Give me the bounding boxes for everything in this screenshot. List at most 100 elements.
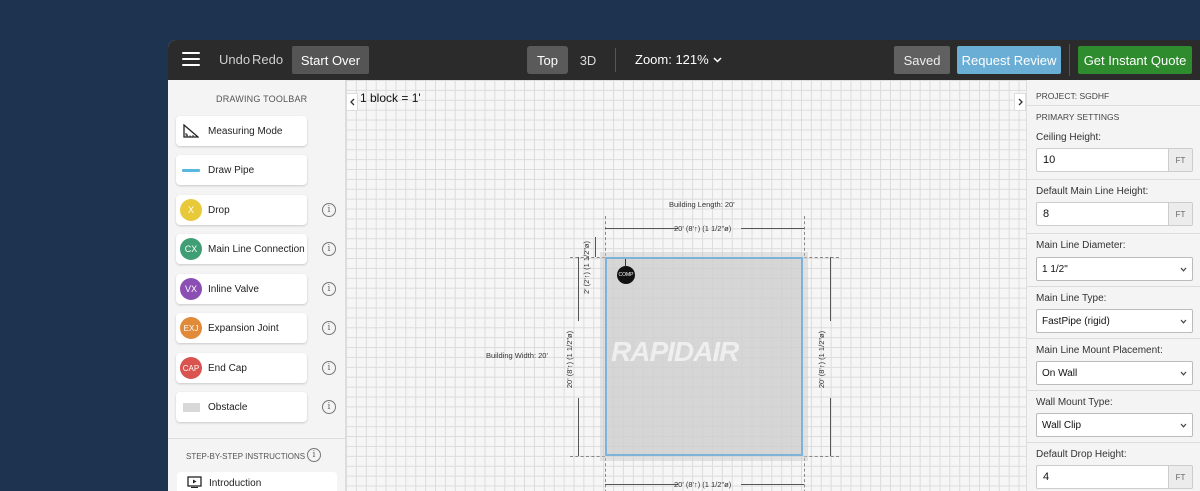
dim-line bbox=[830, 398, 831, 456]
saved-button[interactable]: Saved bbox=[894, 46, 950, 74]
divider bbox=[1027, 442, 1200, 443]
scale-label: 1 block = 1' bbox=[360, 91, 421, 105]
zoom-dropdown[interactable]: Zoom: 121% bbox=[635, 52, 722, 67]
request-review-button[interactable]: Request Review bbox=[957, 46, 1061, 74]
info-icon[interactable]: i bbox=[322, 361, 336, 375]
ceiling-height-value: 10 bbox=[1043, 154, 1056, 166]
view-top-button[interactable]: Top bbox=[527, 46, 568, 74]
wall-mount-type-select[interactable]: Wall Clip bbox=[1036, 413, 1193, 437]
chevron-right-icon bbox=[1018, 98, 1023, 106]
info-icon[interactable]: i bbox=[322, 321, 336, 335]
chevron-down-icon bbox=[1180, 319, 1187, 324]
dim-extension bbox=[804, 458, 805, 491]
divider bbox=[168, 438, 346, 439]
tool-label: Measuring Mode bbox=[208, 125, 283, 137]
redo-button[interactable]: Redo bbox=[252, 52, 283, 67]
main-line-type-value: FastPipe (rigid) bbox=[1042, 315, 1110, 327]
dim-extension bbox=[605, 216, 606, 256]
right-pipe-dimension: 20' (8'↑) (1 1/2"ø) bbox=[817, 330, 827, 389]
tool-draw-pipe[interactable]: Draw Pipe bbox=[176, 155, 307, 185]
tool-end-cap[interactable]: CAP End Cap bbox=[176, 353, 307, 383]
steps-title: STEP-BY-STEP INSTRUCTIONS bbox=[186, 452, 306, 461]
main-line-height-label: Default Main Line Height: bbox=[1036, 186, 1149, 197]
dim-line bbox=[741, 228, 804, 229]
start-over-button[interactable]: Start Over bbox=[292, 46, 369, 74]
instant-quote-button[interactable]: Get Instant Quote bbox=[1078, 46, 1192, 74]
info-icon[interactable]: i bbox=[322, 282, 336, 296]
tool-expansion-joint[interactable]: EXJ Expansion Joint bbox=[176, 313, 307, 343]
tool-drop[interactable]: X Drop bbox=[176, 195, 307, 225]
unit-label: FT bbox=[1168, 149, 1192, 171]
unit-label: FT bbox=[1168, 203, 1192, 225]
dim-line bbox=[830, 257, 831, 321]
collapse-right-button[interactable] bbox=[1014, 93, 1026, 111]
tool-label: Draw Pipe bbox=[208, 164, 255, 176]
toolbar-title: DRAWING TOOLBAR bbox=[216, 94, 308, 104]
mount-placement-value: On Wall bbox=[1042, 367, 1078, 379]
ruler-icon bbox=[180, 120, 202, 142]
ceiling-height-field[interactable]: 10 FT bbox=[1036, 148, 1193, 172]
watermark-logo: RAPIDAIR bbox=[611, 336, 739, 367]
divider bbox=[1027, 390, 1200, 391]
main-line-type-label: Main Line Type: bbox=[1036, 293, 1107, 304]
menu-icon[interactable] bbox=[182, 52, 200, 68]
chevron-left-icon bbox=[349, 98, 354, 106]
tool-label: End Cap bbox=[208, 362, 247, 374]
drop-height-field[interactable]: 4 FT bbox=[1036, 465, 1193, 489]
mount-placement-label: Main Line Mount Placement: bbox=[1036, 345, 1163, 356]
video-icon bbox=[187, 475, 202, 491]
info-icon[interactable]: i bbox=[322, 400, 336, 414]
step-label: Introduction bbox=[209, 477, 262, 489]
dim-line bbox=[605, 484, 678, 485]
dim-extension bbox=[804, 456, 839, 457]
tool-label: Main Line Connection bbox=[208, 243, 305, 255]
obstacle-icon bbox=[180, 396, 202, 418]
dim-line bbox=[578, 257, 579, 321]
unit-label: FT bbox=[1168, 466, 1192, 488]
main-line-type-select[interactable]: FastPipe (rigid) bbox=[1036, 309, 1193, 333]
top-pipe-dimension: 20' (8'↑) (1 1/2"ø) bbox=[674, 224, 732, 233]
dim-extension bbox=[804, 257, 839, 258]
dim-line bbox=[595, 237, 596, 257]
drawing-toolbar: DRAWING TOOLBAR Measuring Mode Draw Pipe… bbox=[168, 80, 346, 491]
chevron-down-icon bbox=[713, 56, 722, 63]
tool-inline-valve[interactable]: VX Inline Valve bbox=[176, 274, 307, 304]
view-3d-button[interactable]: 3D bbox=[573, 46, 603, 74]
main-line-diameter-value: 1 1/2" bbox=[1042, 263, 1068, 275]
chevron-down-icon bbox=[1180, 371, 1187, 376]
collapse-left-button[interactable] bbox=[346, 93, 358, 111]
wall-mount-type-label: Wall Mount Type: bbox=[1036, 397, 1113, 408]
dim-line bbox=[578, 398, 579, 456]
tool-obstacle[interactable]: Obstacle bbox=[176, 392, 307, 422]
divider bbox=[1027, 179, 1200, 180]
drop-height-value: 4 bbox=[1043, 471, 1050, 483]
info-icon[interactable]: i bbox=[322, 242, 336, 256]
bottom-pipe-dimension: 20' (8'↑) (1 1/2"ø) bbox=[674, 480, 732, 489]
building-width-label: Building Width: 20' bbox=[486, 351, 548, 360]
step-introduction[interactable]: Introduction bbox=[177, 472, 337, 491]
tool-main-line-connection[interactable]: CX Main Line Connection bbox=[176, 234, 307, 264]
drawing-canvas[interactable]: 1 block = 1' Building Length: 20' Buildi… bbox=[346, 80, 1026, 491]
project-name: PROJECT: SGDHF bbox=[1036, 91, 1110, 101]
main-line-diameter-select[interactable]: 1 1/2" bbox=[1036, 257, 1193, 281]
divider bbox=[1027, 233, 1200, 234]
expansion-badge-icon: EXJ bbox=[180, 317, 202, 339]
divider bbox=[1027, 338, 1200, 339]
divider bbox=[615, 48, 616, 72]
divider bbox=[1027, 105, 1200, 106]
connection-badge-icon: CX bbox=[180, 238, 202, 260]
compressor-marker[interactable]: COMP bbox=[617, 266, 635, 284]
info-icon[interactable]: i bbox=[307, 448, 321, 462]
dim-extension bbox=[605, 458, 606, 491]
pipe-line-icon bbox=[180, 159, 202, 181]
info-icon[interactable]: i bbox=[322, 203, 336, 217]
dim-extension bbox=[804, 216, 805, 256]
main-line-height-field[interactable]: 8 FT bbox=[1036, 202, 1193, 226]
primary-settings-title: PRIMARY SETTINGS bbox=[1036, 112, 1120, 122]
mount-placement-select[interactable]: On Wall bbox=[1036, 361, 1193, 385]
divider bbox=[1027, 286, 1200, 287]
undo-button[interactable]: Undo bbox=[219, 52, 250, 67]
top-bar: Undo Redo Start Over Top 3D Zoom: 121% S… bbox=[168, 40, 1200, 80]
divider bbox=[1069, 44, 1070, 76]
tool-measuring-mode[interactable]: Measuring Mode bbox=[176, 116, 307, 146]
